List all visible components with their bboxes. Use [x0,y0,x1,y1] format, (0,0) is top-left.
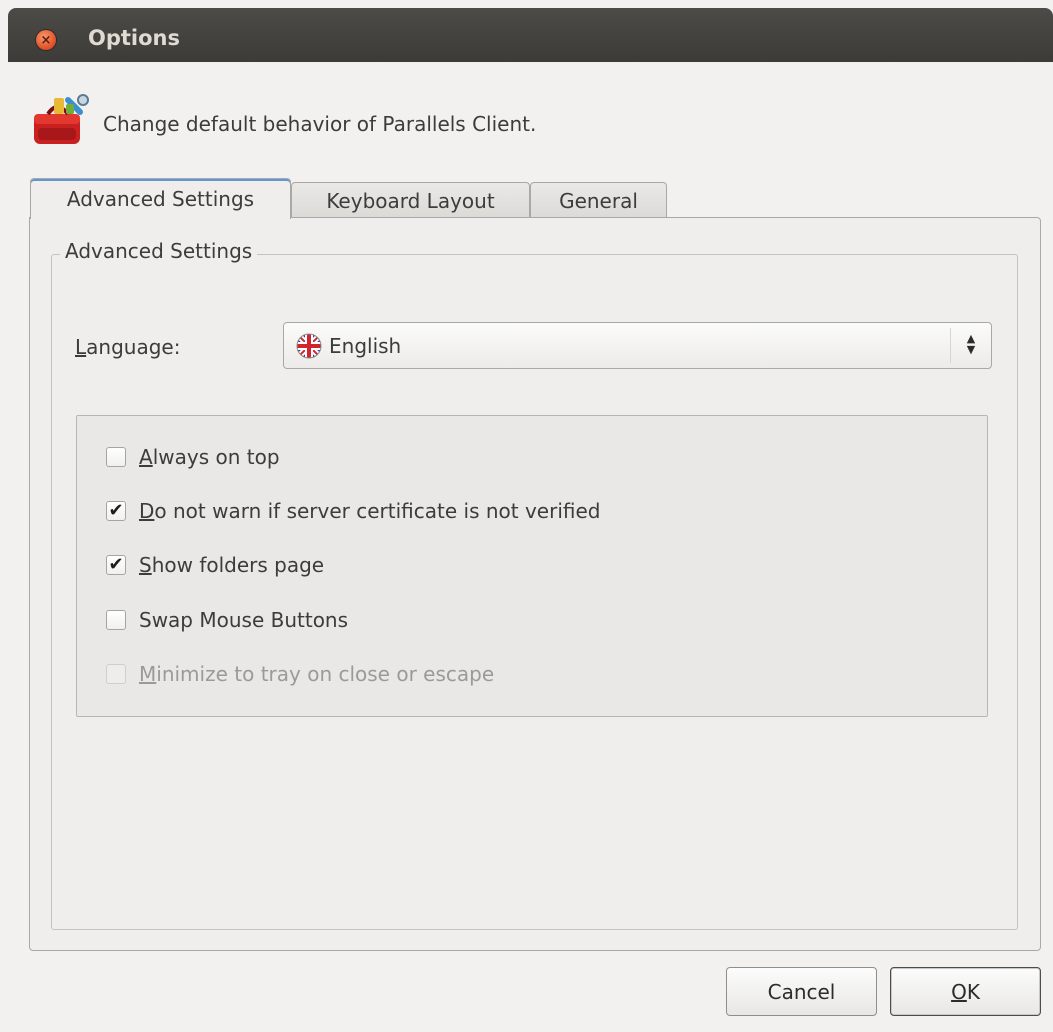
toolbox-icon [34,94,89,144]
group-title: Advanced Settings [60,239,258,263]
option-label-rest: lways on top [152,445,280,469]
checkbox-do-not-warn-certificate[interactable]: ✔ [106,501,126,521]
tab-advanced-settings[interactable]: Advanced Settings [30,178,291,219]
language-label: Language: [75,335,181,359]
cancel-button[interactable]: Cancel [726,967,877,1016]
checkbox-show-folders-page[interactable]: ✔ [106,555,126,575]
tab-label: General [559,188,638,213]
close-window-button[interactable]: × [36,30,56,50]
option-do-not-warn-certificate[interactable]: ✔ Do not warn if server certificate is n… [106,498,601,524]
option-show-folders-page[interactable]: ✔ Show folders page [106,552,324,578]
checkmark-icon: ✔ [108,500,124,521]
checkbox-swap-mouse-buttons[interactable] [106,610,126,630]
ok-button[interactable]: OK [890,967,1041,1016]
select-divider [950,328,951,363]
option-label: Minimize to tray on close or escape [139,662,495,686]
option-label-rest: o not warn if server certificate is not … [154,499,601,523]
button-label: Cancel [767,979,836,1004]
option-always-on-top[interactable]: Always on top [106,444,280,470]
language-label-rest: anguage: [86,335,181,359]
title-bar[interactable]: × Options [8,8,1053,62]
options-dialog: × Options Change default behavior of Par… [0,0,1053,1032]
tab-label: Keyboard Layout [326,188,495,213]
header-description: Change default behavior of Parallels Cli… [103,112,537,136]
checkmark-icon: ✔ [108,554,124,575]
option-label-rest: inimize to tray on close or escape [156,662,495,686]
checkbox-minimize-to-tray [106,664,126,684]
option-label: Always on top [139,445,280,469]
language-value: English [329,334,402,358]
tab-general[interactable]: General [530,182,667,218]
language-select[interactable]: English ▲ ▼ [283,322,992,369]
window-title: Options [88,26,180,50]
button-label: OK [951,979,980,1004]
option-minimize-to-tray: Minimize to tray on close or escape [106,661,494,687]
option-swap-mouse-buttons[interactable]: Swap Mouse Buttons [106,607,348,633]
option-label: Do not warn if server certificate is not… [139,499,601,523]
tab-label: Advanced Settings [66,187,255,211]
updown-arrows-icon: ▲ ▼ [966,332,976,356]
option-label-rest: how folders page [151,553,325,577]
tab-keyboard-layout[interactable]: Keyboard Layout [291,182,530,218]
option-label: Show folders page [139,553,325,577]
uk-flag-icon [296,333,322,359]
close-icon: × [40,32,52,48]
checkbox-always-on-top[interactable] [106,447,126,467]
option-label: Swap Mouse Buttons [139,608,349,632]
